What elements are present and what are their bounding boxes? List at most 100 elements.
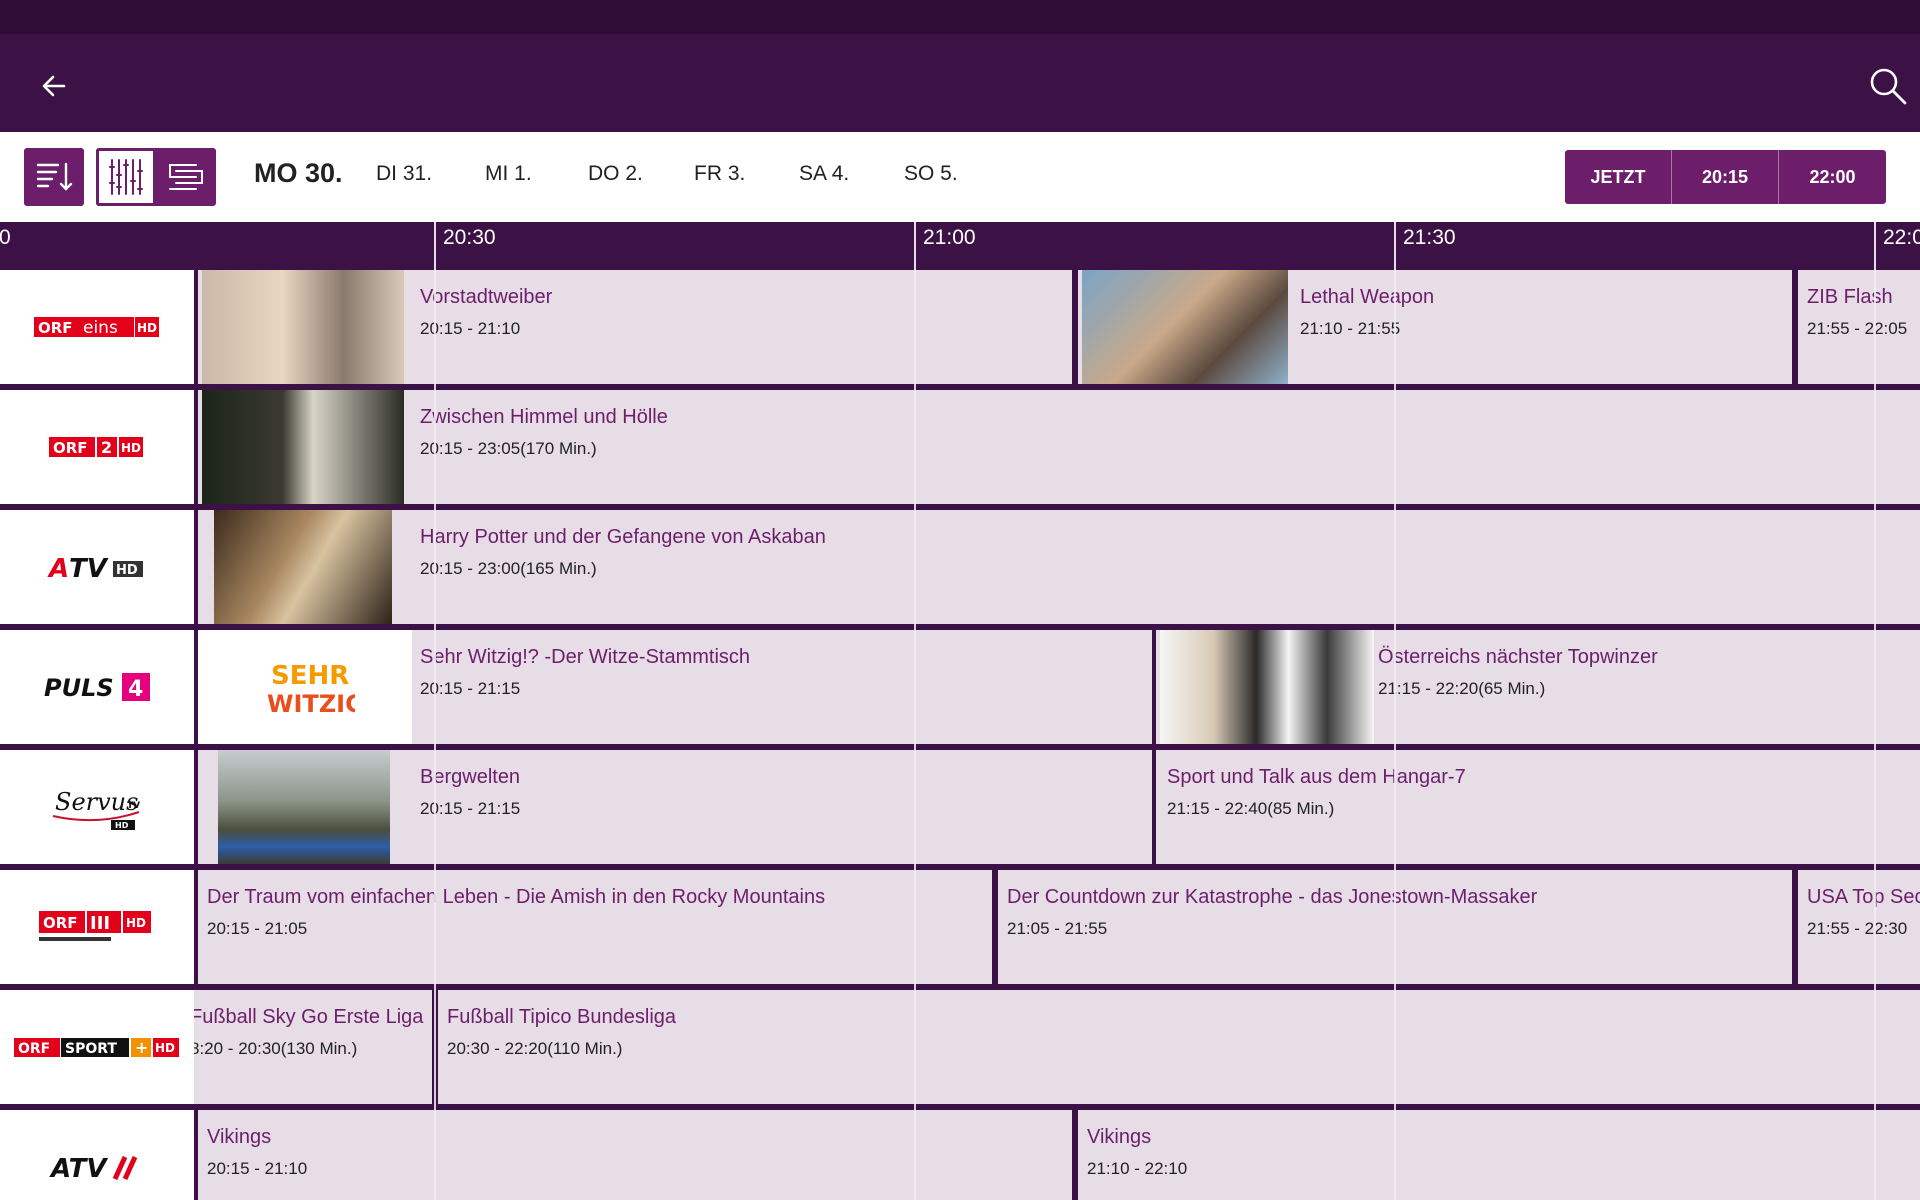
program-cell[interactable]: Vikings 21:10 - 22:10	[1078, 1110, 1920, 1200]
program-time: 20:15 - 23:00(165 Min.)	[420, 559, 597, 578]
time-2015-button[interactable]: 20:15	[1672, 150, 1779, 204]
program-title: Der Traum vom einfachen Leben - Die Amis…	[207, 886, 826, 908]
list-view-button[interactable]	[156, 148, 216, 206]
program-cell[interactable]: Österreichs nächster Topwinzer 21:15 - 2…	[1156, 630, 1920, 744]
svg-text:ORF: ORF	[18, 1041, 50, 1057]
status-bar	[0, 0, 1920, 34]
day-tab-mo-30[interactable]: MO 30.	[254, 158, 343, 189]
back-button[interactable]	[24, 56, 84, 116]
program-title: Lethal Weapon	[1300, 286, 1435, 308]
program-cell[interactable]: USA Top Sec 21:55 - 22:30	[1798, 870, 1920, 984]
timeline-grid-icon	[109, 159, 143, 195]
day-tab-do-2[interactable]: DO 2.	[588, 162, 643, 186]
channel-logo-orf-2[interactable]: ORF 2 HD	[0, 390, 194, 504]
channel-row-orf-iii: ORF III HD Der Traum vom einfachen Leben…	[0, 870, 1920, 984]
quick-time-selector: JETZT 20:15 22:00	[1565, 150, 1886, 204]
time-gridline	[1874, 270, 1876, 1200]
program-cell[interactable]: Fußball Sky Go Erste Liga 8:20 - 20:30(1…	[194, 990, 432, 1104]
program-cell[interactable]: Vorstadtweiber 20:15 - 21:10	[198, 270, 1072, 384]
time-tick: 21:30	[1394, 222, 1456, 270]
svg-text:HD: HD	[155, 1041, 175, 1055]
svg-text:ORF: ORF	[38, 319, 73, 337]
channel-logo-atv[interactable]: A TV HD	[0, 510, 194, 624]
search-icon	[1870, 68, 1907, 105]
day-tab-fr-3[interactable]: FR 3.	[694, 162, 745, 186]
channel-logo-orf-sport-plus[interactable]: ORF SPORT + HD	[0, 990, 194, 1104]
orf-eins-logo: ORF eins HD	[34, 317, 159, 338]
program-time: 8:20 - 20:30(130 Min.)	[194, 1039, 358, 1058]
program-title: Vikings	[207, 1126, 272, 1148]
view-mode-toggle[interactable]	[96, 148, 216, 206]
atv-hd-logo: A TV HD	[47, 554, 143, 582]
svg-text:ATV: ATV	[49, 1154, 108, 1183]
program-cell[interactable]: Lethal Weapon 21:10 - 21:55	[1078, 270, 1792, 384]
svg-text:TV: TV	[127, 801, 140, 811]
svg-text:HD: HD	[126, 916, 146, 930]
arrow-left-icon	[42, 75, 66, 97]
program-time: 21:15 - 22:20(65 Min.)	[1378, 679, 1546, 698]
program-cell[interactable]: Fußball Tipico Bundesliga 20:30 - 22:20(…	[438, 990, 1920, 1104]
program-title: Der Countdown zur Katastrophe - das Jone…	[1007, 886, 1538, 908]
program-time: 21:55 - 22:05	[1807, 319, 1908, 338]
servustv-logo: Servus TV HD	[52, 788, 140, 830]
sort-list-icon	[36, 162, 73, 191]
channel-logo-atv-2[interactable]: ATV	[0, 1110, 194, 1200]
program-cell[interactable]: Sport und Talk aus dem Hangar-7 21:15 - …	[1156, 750, 1920, 864]
program-time: 21:05 - 21:55	[1007, 919, 1108, 938]
day-tab-so-5[interactable]: SO 5.	[904, 162, 958, 186]
time-tick: 21:00	[914, 222, 976, 270]
channel-row-servustv: Servus TV HD Bergwelten 20:15 - 21:15 Sp…	[0, 750, 1920, 864]
program-title: Österreichs nächster Topwinzer	[1378, 646, 1658, 668]
channel-logo-orf-iii[interactable]: ORF III HD	[0, 870, 194, 984]
day-tab-sa-4[interactable]: SA 4.	[799, 162, 849, 186]
svg-text:SPORT: SPORT	[65, 1041, 117, 1057]
svg-text:SEHR: SEHR	[271, 661, 349, 691]
program-cell[interactable]: Der Traum vom einfachen Leben - Die Amis…	[198, 870, 992, 984]
epg-grid: ORF eins HD Vorstadtweiber 20:15 - 21:10…	[0, 270, 1920, 1200]
search-button[interactable]	[1858, 56, 1918, 116]
orf-iii-logo: ORF III HD	[39, 911, 151, 941]
program-cell[interactable]: Vikings 20:15 - 21:10	[198, 1110, 1072, 1200]
program-time: 20:15 - 23:05(170 Min.)	[420, 439, 597, 458]
svg-text:eins: eins	[83, 318, 118, 338]
program-time: 20:15 - 21:15	[420, 679, 521, 698]
svg-text:PULS: PULS	[44, 674, 114, 702]
channel-row-orf-2: ORF 2 HD Zwischen Himmel und Hölle 20:15…	[0, 390, 1920, 504]
svg-text:4: 4	[128, 677, 143, 702]
program-time: 20:15 - 21:10	[420, 319, 521, 338]
app-bar	[0, 34, 1920, 132]
time-2200-button[interactable]: 22:00	[1779, 150, 1886, 204]
program-thumbnail: SEHR WITZIG!?	[198, 630, 412, 744]
time-tick: 22:0	[1874, 222, 1920, 270]
program-thumbnail	[218, 750, 390, 864]
program-cell[interactable]: Zwischen Himmel und Hölle 20:15 - 23:05(…	[198, 390, 1920, 504]
day-tab-di-31[interactable]: DI 31.	[376, 162, 432, 186]
program-time: 21:15 - 22:40(85 Min.)	[1167, 799, 1335, 818]
program-cell[interactable]: SEHR WITZIG!? Sehr Witzig!? -Der Witze-S…	[198, 630, 1152, 744]
svg-text:HD: HD	[115, 821, 129, 830]
program-time: 21:55 - 22:30	[1807, 919, 1908, 938]
sort-button[interactable]	[24, 148, 84, 206]
program-title: Sehr Witzig!? -Der Witze-Stammtisch	[420, 646, 751, 668]
svg-text:ORF: ORF	[53, 439, 88, 457]
time-gridline	[434, 270, 436, 1200]
program-cell[interactable]: Bergwelten 20:15 - 21:15	[198, 750, 1152, 864]
list-lines-icon	[169, 164, 203, 190]
grid-view-button[interactable]	[96, 148, 156, 206]
program-title: Fußball Sky Go Erste Liga	[194, 1006, 424, 1028]
channel-logo-servustv[interactable]: Servus TV HD	[0, 750, 194, 864]
program-title: Vikings	[1087, 1126, 1152, 1148]
channel-logo-orf-eins[interactable]: ORF eins HD	[0, 270, 194, 384]
day-tab-mi-1[interactable]: MI 1.	[485, 162, 532, 186]
program-title: Harry Potter und der Gefangene von Askab…	[420, 526, 826, 548]
channel-logo-puls-4[interactable]: PULS 4	[0, 630, 194, 744]
sehr-witzig-logo: SEHR WITZIG!?	[267, 661, 355, 718]
svg-text:ORF: ORF	[43, 914, 78, 932]
program-thumbnail	[214, 510, 392, 624]
svg-text:2: 2	[101, 438, 112, 457]
program-cell[interactable]: Harry Potter und der Gefangene von Askab…	[198, 510, 1920, 624]
time-now-button[interactable]: JETZT	[1565, 150, 1672, 204]
program-title: ZIB Flash	[1807, 286, 1893, 308]
program-cell[interactable]: ZIB Flash 21:55 - 22:05	[1798, 270, 1920, 384]
time-gridline	[914, 270, 916, 1200]
